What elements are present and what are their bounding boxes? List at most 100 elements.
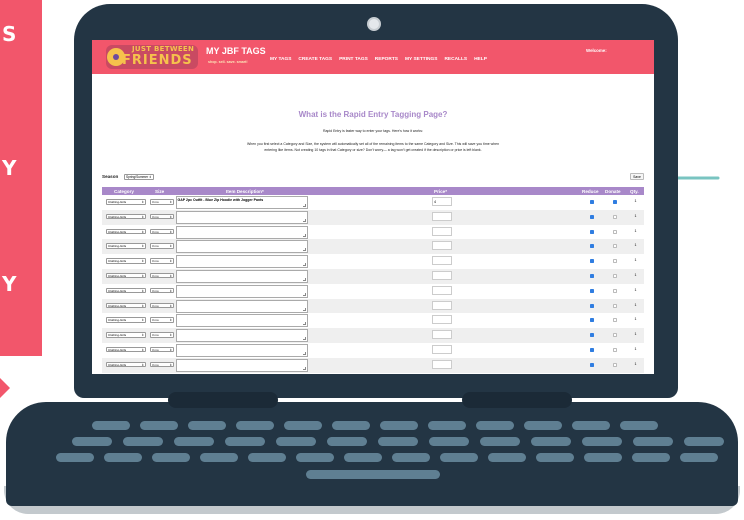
- resize-grip-icon[interactable]: [303, 218, 306, 222]
- resize-grip-icon[interactable]: [303, 337, 306, 341]
- donate-checkbox[interactable]: [613, 273, 617, 278]
- category-select[interactable]: Clothing-Girls ⇕: [106, 302, 146, 309]
- nav-recalls[interactable]: RECALLS: [444, 57, 467, 62]
- category-select[interactable]: Clothing-Girls ⇕: [106, 228, 146, 235]
- size-select[interactable]: 3 mo ⇕: [150, 361, 174, 368]
- price-input[interactable]: [432, 300, 452, 310]
- qty-input[interactable]: 1: [629, 271, 642, 280]
- nav-my-tags[interactable]: MY TAGS: [270, 57, 291, 62]
- price-input[interactable]: [432, 270, 452, 280]
- reduce-checkbox[interactable]: [590, 347, 594, 352]
- resize-grip-icon[interactable]: [303, 351, 306, 355]
- nav-print-tags[interactable]: PRINT TAGS: [339, 57, 368, 62]
- category-select[interactable]: Clothing-Girls ⇕: [106, 287, 146, 294]
- reduce-checkbox[interactable]: [590, 214, 594, 219]
- donate-checkbox[interactable]: [613, 259, 617, 264]
- description-textarea[interactable]: [176, 225, 308, 239]
- qty-input[interactable]: 1: [629, 241, 642, 250]
- price-input[interactable]: [432, 359, 452, 369]
- save-button[interactable]: Save: [630, 173, 644, 180]
- reduce-checkbox[interactable]: [590, 303, 594, 308]
- reduce-checkbox[interactable]: [590, 259, 594, 264]
- size-select[interactable]: 3 mo ⇕: [150, 199, 174, 205]
- resize-grip-icon[interactable]: [303, 366, 306, 370]
- resize-grip-icon[interactable]: [303, 277, 306, 281]
- donate-checkbox[interactable]: [613, 229, 617, 234]
- resize-grip-icon[interactable]: [303, 248, 306, 252]
- price-input[interactable]: 4: [432, 197, 452, 206]
- reduce-checkbox[interactable]: [590, 288, 594, 293]
- size-select[interactable]: 3 mo ⇕: [150, 287, 174, 294]
- size-select[interactable]: 3 mo ⇕: [150, 213, 174, 220]
- nav-help[interactable]: HELP: [474, 57, 487, 62]
- donate-checkbox[interactable]: [613, 303, 617, 308]
- description-textarea[interactable]: [176, 255, 308, 269]
- qty-input[interactable]: 1: [629, 315, 642, 324]
- size-select[interactable]: 3 mo ⇕: [150, 272, 174, 279]
- price-input[interactable]: [432, 211, 452, 221]
- reduce-checkbox[interactable]: [590, 229, 594, 234]
- category-select[interactable]: Clothing-Girls ⇕: [106, 346, 146, 353]
- description-textarea[interactable]: [176, 329, 308, 343]
- category-select[interactable]: Clothing-Girls ⇕: [106, 317, 146, 323]
- category-select[interactable]: Clothing-Girls ⇕: [106, 361, 146, 368]
- donate-checkbox[interactable]: [613, 288, 617, 293]
- description-textarea[interactable]: [176, 210, 308, 224]
- description-textarea[interactable]: [176, 314, 308, 328]
- price-input[interactable]: [432, 315, 452, 325]
- category-select[interactable]: Clothing-Girls ⇕: [106, 332, 146, 338]
- size-select[interactable]: 3 mo ⇕: [150, 228, 174, 235]
- donate-checkbox[interactable]: [613, 362, 617, 367]
- qty-input[interactable]: 1: [629, 256, 642, 265]
- resize-grip-icon[interactable]: [303, 233, 306, 237]
- resize-grip-icon[interactable]: [303, 263, 306, 267]
- qty-input[interactable]: 1: [629, 286, 642, 295]
- brand-logo[interactable]: JUST BETWEEN FRIENDS: [104, 43, 200, 71]
- price-input[interactable]: [432, 344, 452, 354]
- nav-reports[interactable]: REPORTS: [375, 57, 398, 62]
- qty-input[interactable]: 1: [629, 345, 642, 354]
- description-textarea[interactable]: [176, 299, 308, 313]
- qty-input[interactable]: 1: [629, 301, 642, 310]
- price-input[interactable]: [432, 256, 452, 266]
- resize-grip-icon[interactable]: [303, 204, 306, 207]
- qty-input[interactable]: 1: [629, 330, 642, 339]
- reduce-checkbox[interactable]: [590, 362, 594, 367]
- donate-checkbox[interactable]: [613, 244, 617, 249]
- donate-checkbox[interactable]: [613, 318, 617, 323]
- qty-input[interactable]: 1: [629, 227, 642, 236]
- resize-grip-icon[interactable]: [303, 292, 306, 296]
- resize-grip-icon[interactable]: [303, 307, 306, 311]
- price-input[interactable]: [432, 285, 452, 295]
- qty-input[interactable]: 1: [629, 197, 642, 206]
- price-input[interactable]: [432, 241, 452, 251]
- donate-checkbox[interactable]: [613, 200, 617, 204]
- nav-my-settings[interactable]: MY SETTINGS: [405, 57, 437, 62]
- reduce-checkbox[interactable]: [590, 318, 594, 323]
- size-select[interactable]: 3 mo ⇕: [150, 317, 174, 323]
- category-select[interactable]: Clothing-Girls ⇕: [106, 272, 146, 279]
- nav-create-tags[interactable]: CREATE TAGS: [298, 57, 332, 62]
- description-textarea[interactable]: [176, 343, 308, 357]
- price-input[interactable]: [432, 330, 452, 340]
- donate-checkbox[interactable]: [613, 214, 617, 219]
- size-select[interactable]: 3 mo ⇕: [150, 258, 174, 264]
- description-textarea[interactable]: [176, 358, 308, 372]
- category-select[interactable]: Clothing-Girls ⇕: [106, 199, 146, 205]
- season-select[interactable]: Spring/Summer ⇕: [124, 174, 154, 180]
- size-select[interactable]: 3 mo ⇕: [150, 243, 174, 249]
- price-input[interactable]: [432, 226, 452, 236]
- reduce-checkbox[interactable]: [590, 333, 594, 338]
- qty-input[interactable]: 1: [629, 360, 642, 369]
- reduce-checkbox[interactable]: [590, 273, 594, 278]
- resize-grip-icon[interactable]: [303, 322, 306, 326]
- reduce-checkbox[interactable]: [590, 200, 594, 204]
- size-select[interactable]: 3 mo ⇕: [150, 346, 174, 353]
- description-textarea[interactable]: [176, 240, 308, 254]
- reduce-checkbox[interactable]: [590, 244, 594, 249]
- category-select[interactable]: Clothing-Girls ⇕: [106, 258, 146, 264]
- description-textarea[interactable]: [176, 284, 308, 298]
- size-select[interactable]: 3 mo ⇕: [150, 332, 174, 338]
- donate-checkbox[interactable]: [613, 347, 617, 352]
- category-select[interactable]: Clothing-Girls ⇕: [106, 213, 146, 220]
